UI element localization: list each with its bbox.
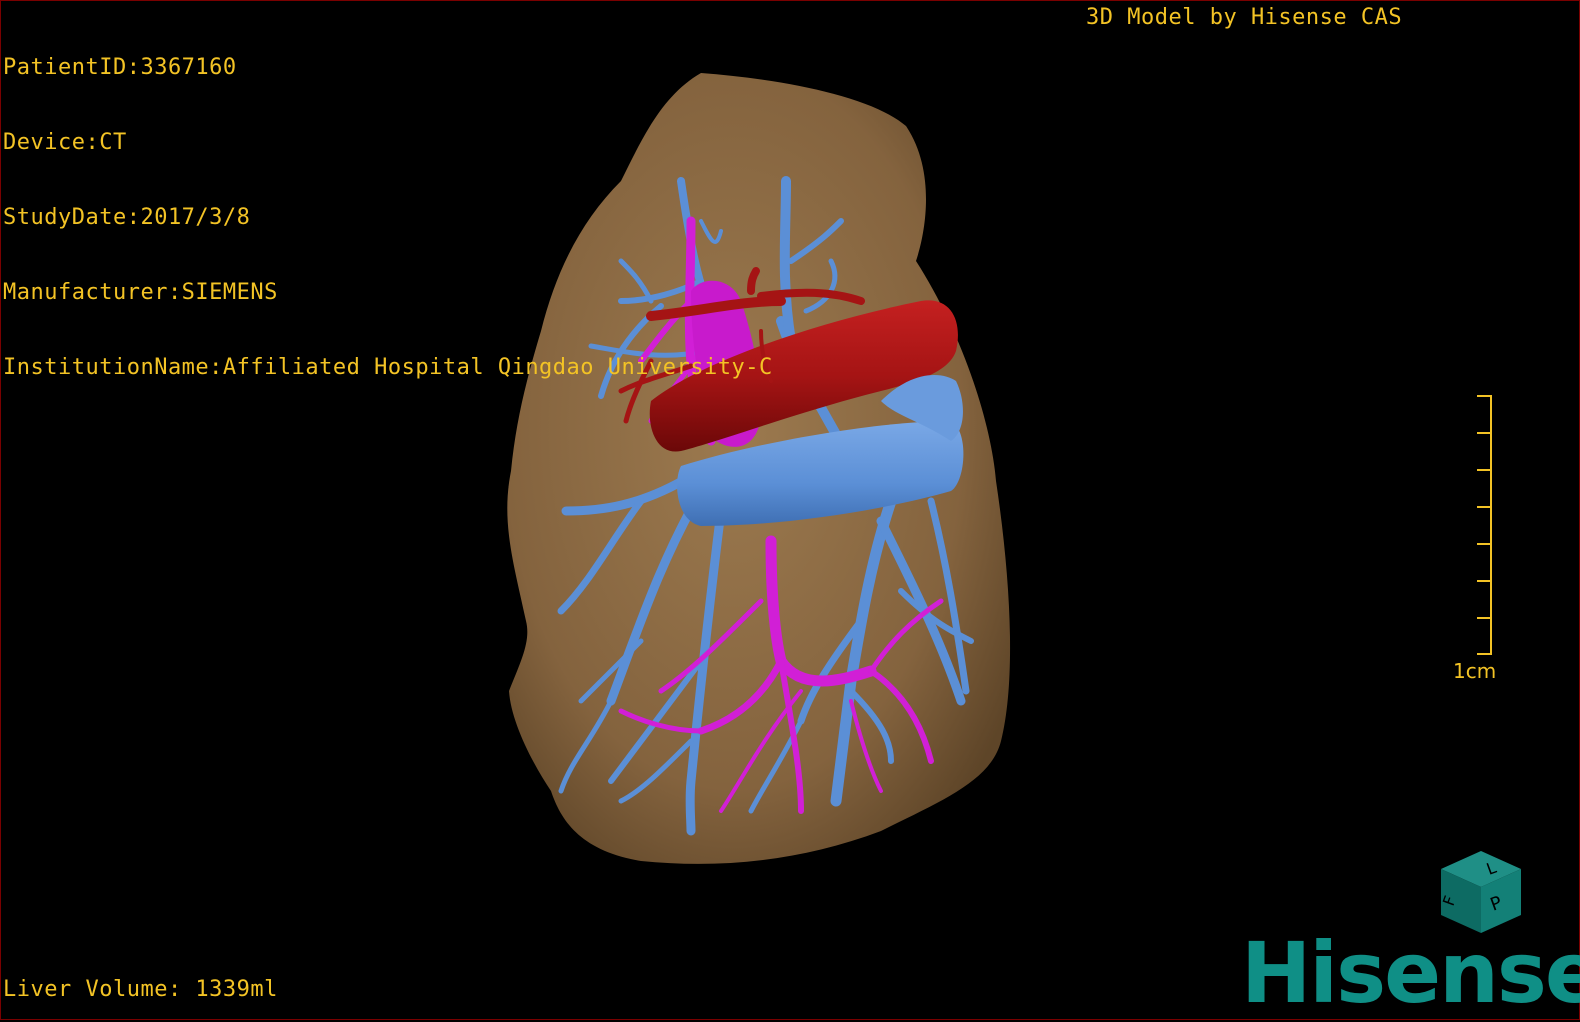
- hisense-logo: Hisense: [1241, 924, 1580, 1022]
- liver-volume: Liver Volume: 1339ml: [3, 977, 278, 1002]
- device: Device:CT: [3, 130, 127, 155]
- study-date: StudyDate:2017/3/8: [3, 205, 251, 230]
- scale-bar: [1477, 395, 1492, 655]
- model-caption: 3D Model by Hisense CAS: [1086, 5, 1403, 30]
- institution-name: InstitutionName:Affiliated Hospital Qing…: [3, 355, 773, 380]
- scale-label: 1cm: [1453, 659, 1497, 683]
- manufacturer: Manufacturer:SIEMENS: [3, 280, 278, 305]
- patient-id: PatientID:3367160: [3, 55, 237, 80]
- 3d-viewport[interactable]: PatientID:3367160 Device:CT StudyDate:20…: [0, 0, 1580, 1020]
- dicom-info-overlay: PatientID:3367160 Device:CT StudyDate:20…: [3, 5, 773, 430]
